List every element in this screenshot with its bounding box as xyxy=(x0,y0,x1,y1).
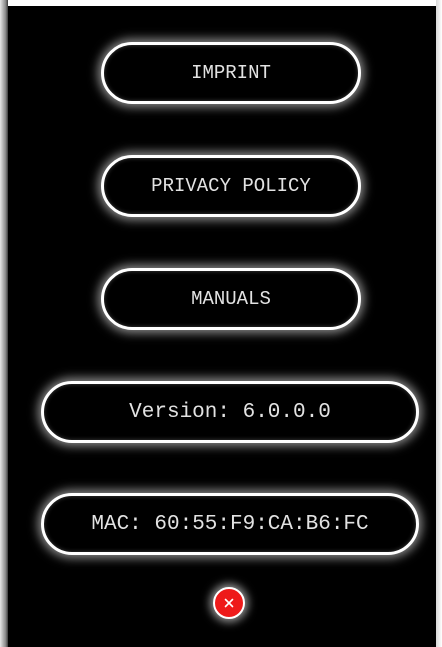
info-menu-panel: IMPRINT PRIVACY POLICY MANUALS Version: … xyxy=(8,6,436,647)
manuals-button[interactable]: MANUALS xyxy=(101,268,361,330)
close-icon xyxy=(223,597,235,609)
mac-address-display: MAC: 60:55:F9:CA:B6:FC xyxy=(41,493,419,555)
window-edge-left xyxy=(0,0,8,647)
imprint-button[interactable]: IMPRINT xyxy=(101,42,361,104)
version-display: Version: 6.0.0.0 xyxy=(41,381,419,443)
close-button[interactable] xyxy=(213,587,245,619)
window-edge-right xyxy=(436,0,442,647)
privacy-policy-button[interactable]: PRIVACY POLICY xyxy=(101,155,361,217)
